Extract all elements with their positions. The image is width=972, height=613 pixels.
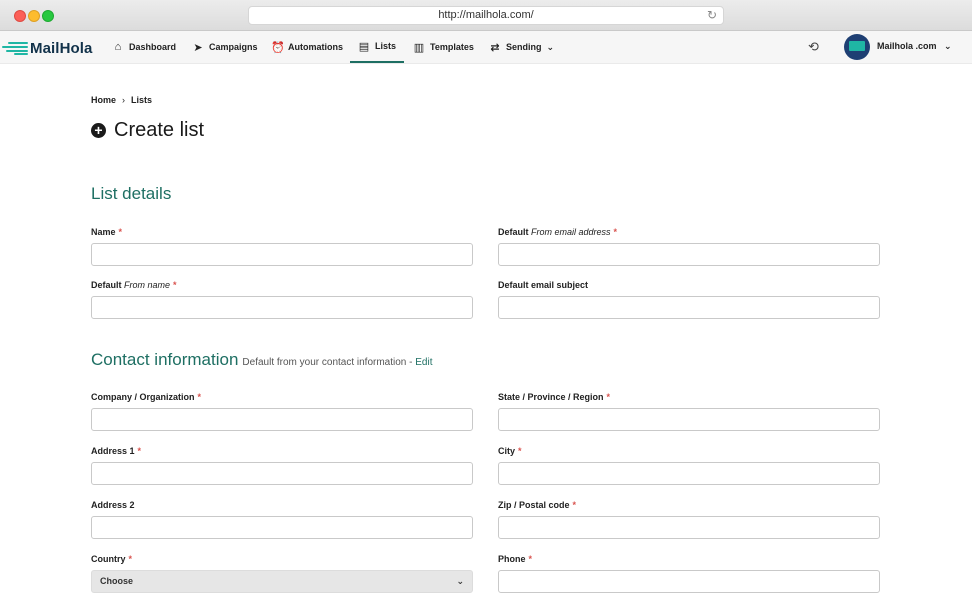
email-subject-input[interactable] [498, 296, 880, 319]
breadcrumb-home[interactable]: Home [91, 95, 116, 105]
nav-lists[interactable]: ▤ Lists [350, 31, 404, 63]
chevron-down-icon: ⌄ [456, 576, 464, 586]
alarm-clock-icon: ⏰ [271, 41, 285, 54]
nav-campaigns[interactable]: ➤ Campaigns [192, 31, 258, 63]
company-input[interactable] [91, 408, 473, 431]
zip-label: Zip / Postal code * [498, 500, 577, 510]
phone-input[interactable] [498, 570, 880, 593]
app-navbar: MailHola ⌂ Dashboard ➤ Campaigns ⏰ Autom… [0, 31, 972, 64]
email-subject-label: Default email subject [498, 280, 589, 290]
nav-label: Automations [288, 42, 343, 52]
address1-input[interactable] [91, 462, 473, 485]
nav-dashboard[interactable]: ⌂ Dashboard [112, 31, 176, 63]
zip-input[interactable] [498, 516, 880, 539]
minimize-window-button[interactable] [28, 10, 40, 22]
browser-titlebar: http://mailhola.com/ ↻ [0, 0, 972, 31]
nav-label: Templates [430, 42, 474, 52]
chevron-down-icon: ⌄ [944, 41, 952, 51]
contact-info-note: Default from your contact information - … [242, 357, 433, 368]
nav-templates[interactable]: ▥ Templates [413, 31, 474, 63]
city-input[interactable] [498, 462, 880, 485]
city-label: City * [498, 446, 522, 456]
template-icon: ▥ [413, 41, 425, 54]
reload-icon[interactable]: ↻ [707, 7, 717, 24]
close-window-button[interactable] [14, 10, 26, 22]
plus-circle-icon: + [91, 122, 106, 138]
chevron-down-icon: ⌄ [546, 41, 555, 52]
from-name-label: Default From name * [91, 280, 177, 290]
list-details-heading: List details [91, 184, 172, 203]
breadcrumb: Home › Lists [91, 95, 152, 105]
brand-mark-icon [2, 41, 28, 55]
nav-label: Sending [506, 42, 542, 52]
company-label: Company / Organization * [91, 392, 202, 402]
name-label: Name * [91, 227, 123, 237]
zoom-window-button[interactable] [42, 10, 54, 22]
contacts-book-icon: ▤ [358, 40, 370, 53]
home-icon: ⌂ [114, 41, 122, 53]
country-label: Country * [91, 554, 133, 564]
account-name: Mailhola .com [877, 41, 937, 51]
country-selected-value: Choose [100, 576, 134, 586]
url-text: http://mailhola.com/ [438, 9, 534, 21]
breadcrumb-current[interactable]: Lists [131, 95, 152, 105]
avatar[interactable] [844, 34, 870, 60]
breadcrumb-separator: › [122, 95, 126, 105]
page-title-text: Create list [114, 118, 205, 141]
brand-logo[interactable]: MailHola [2, 38, 92, 58]
contact-info-heading: Contact information Default from your con… [91, 350, 433, 369]
address2-input[interactable] [91, 516, 473, 539]
state-label: State / Province / Region * [498, 392, 611, 402]
page-title: + Create list [91, 118, 204, 142]
edit-contact-link[interactable]: Edit [415, 357, 432, 368]
address2-label: Address 2 [91, 500, 135, 510]
arrows-exchange-icon: ⇄ [490, 41, 500, 54]
state-input[interactable] [498, 408, 880, 431]
from-email-label: Default From email address * [498, 227, 618, 237]
nav-label: Campaigns [209, 42, 258, 52]
nav-label: Lists [375, 41, 397, 51]
from-name-input[interactable] [91, 296, 473, 319]
name-input[interactable] [91, 243, 473, 266]
account-menu[interactable]: Mailhola .com ⌄ [877, 41, 952, 52]
country-select[interactable]: Choose ⌄ [91, 570, 473, 593]
address-bar[interactable]: http://mailhola.com/ ↻ [248, 6, 724, 25]
brand-name: MailHola [30, 39, 93, 57]
paper-plane-icon: ➤ [193, 41, 203, 54]
nav-label: Dashboard [129, 42, 177, 52]
address1-label: Address 1 * [91, 446, 142, 456]
phone-label: Phone * [498, 554, 533, 564]
nav-sending[interactable]: ⇄ Sending ⌄ [489, 31, 554, 63]
from-email-input[interactable] [498, 243, 880, 266]
history-icon[interactable]: ⟲ [808, 39, 819, 55]
nav-automations[interactable]: ⏰ Automations [271, 31, 343, 63]
